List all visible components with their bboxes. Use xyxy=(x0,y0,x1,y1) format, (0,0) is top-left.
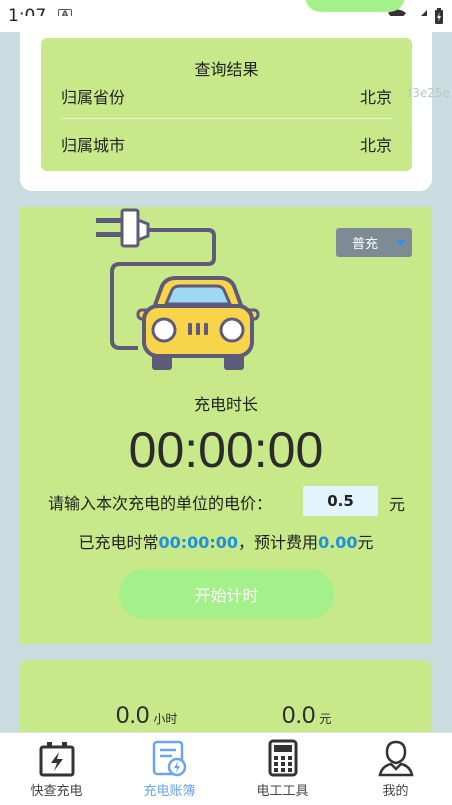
tab-charge-ledger[interactable]: 充电账簿 xyxy=(113,733,226,805)
charge-mode-select[interactable]: 普充 xyxy=(336,228,412,257)
result-value: 北京 xyxy=(359,88,392,107)
ledger-icon xyxy=(152,740,187,777)
top-pill-button[interactable] xyxy=(305,0,405,12)
person-icon xyxy=(378,740,414,777)
result-title: 查询结果 xyxy=(194,60,259,79)
charging-station-icon xyxy=(39,742,75,777)
stat-cost-unit: 元 xyxy=(319,712,332,726)
stat-hours-unit: 小时 xyxy=(153,712,178,726)
summary-cost: 0.00 xyxy=(318,533,358,552)
stat-hours-value: 0.0 xyxy=(116,702,150,729)
charge-mode-value: 普充 xyxy=(352,237,379,252)
tab-quick-charge[interactable]: 快查充电 xyxy=(0,733,113,805)
charge-timer: 00:00:00 xyxy=(128,422,324,478)
summary-prefix: 已充电时常 xyxy=(78,533,159,552)
dropdown-arrow-icon xyxy=(396,240,406,245)
tab-label: 快查充电 xyxy=(30,784,83,799)
result-row-province: 归属省份 北京 xyxy=(61,84,392,108)
tab-label: 电工工具 xyxy=(256,784,309,799)
summary-time: 00:00:00 xyxy=(158,533,239,552)
result-label: 归属省份 xyxy=(61,88,126,107)
charge-summary: 已充电时常00:00:00，预计费用0.00元 xyxy=(0,529,452,553)
car-charging-illustration xyxy=(96,208,260,370)
summary-middle: ，预计费用 xyxy=(238,533,319,552)
result-row-city: 归属城市 北京 xyxy=(61,132,392,156)
overflow-text: f3e25e xyxy=(408,86,450,100)
result-value: 北京 xyxy=(359,136,392,155)
bottom-tab-bar: 快查充电 充电账簿 电工工具 我的 xyxy=(0,732,452,805)
tab-electric-tools[interactable]: 电工工具 xyxy=(226,733,339,805)
start-timer-button[interactable]: 开始计时 xyxy=(119,569,334,619)
stat-cost: 0.0 元 xyxy=(282,702,331,730)
result-divider xyxy=(61,118,392,119)
stat-cost-value: 0.0 xyxy=(282,702,316,729)
stat-hours: 0.0 小时 xyxy=(116,702,177,730)
query-result-box: 查询结果 归属省份 北京 归属城市 北京 xyxy=(41,38,412,171)
price-unit: 元 xyxy=(389,495,406,514)
tab-label: 我的 xyxy=(382,784,409,799)
tab-label: 充电账簿 xyxy=(143,784,196,799)
summary-suffix: 元 xyxy=(357,533,374,552)
result-label: 归属城市 xyxy=(61,136,126,155)
tab-mine[interactable]: 我的 xyxy=(339,733,452,805)
battery-icon xyxy=(435,8,443,24)
price-label: 请输入本次充电的单位的电价： xyxy=(48,494,273,513)
calculator-icon xyxy=(268,739,298,777)
charge-duration-label: 充电时长 xyxy=(193,395,258,414)
unit-price-input[interactable] xyxy=(303,486,378,516)
